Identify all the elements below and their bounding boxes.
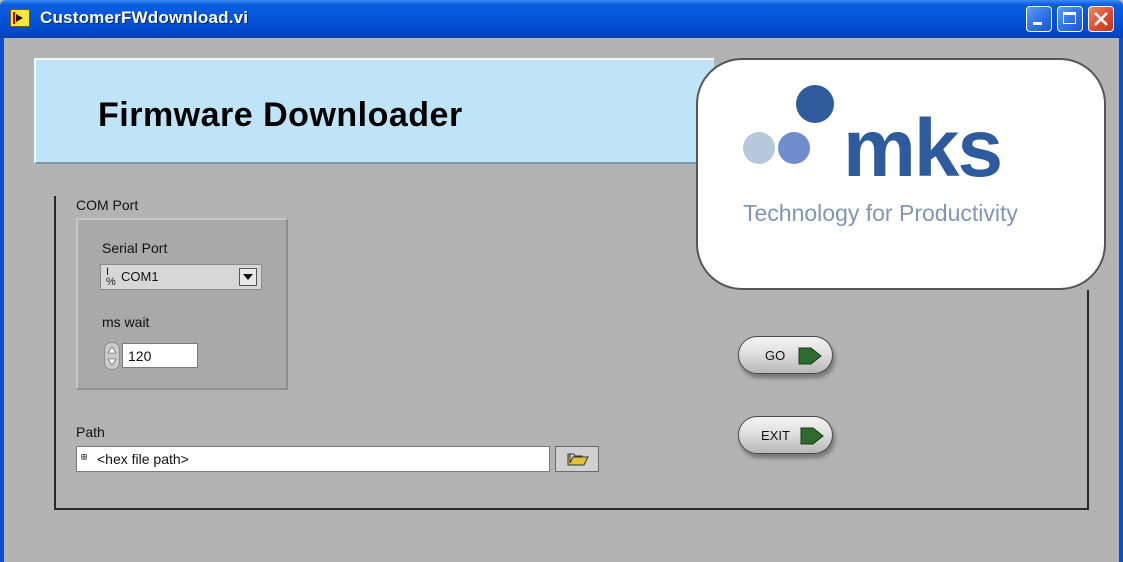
page-title: Firmware Downloader bbox=[98, 96, 463, 134]
labview-vi-icon bbox=[10, 9, 30, 27]
exit-button-label: EXIT bbox=[761, 428, 790, 443]
frame-border-left bbox=[54, 196, 56, 510]
serial-port-dropdown-button[interactable] bbox=[239, 268, 257, 286]
chevron-down-icon bbox=[243, 274, 253, 280]
go-button-label: GO bbox=[765, 348, 786, 363]
minimize-icon bbox=[1033, 22, 1042, 25]
mks-logo: mks Technology for Productivity bbox=[696, 58, 1106, 290]
frame-border-right bbox=[1087, 290, 1089, 510]
ms-wait-increment-decrement[interactable] bbox=[104, 342, 120, 370]
window-title: CustomerFWdownload.vi bbox=[40, 8, 249, 27]
frame-border-bottom bbox=[54, 508, 1089, 510]
path-input[interactable]: ⊞ <hex file path> bbox=[76, 446, 550, 472]
title-bar[interactable]: CustomerFWdownload.vi bbox=[0, 0, 1123, 38]
minimize-button[interactable] bbox=[1026, 6, 1052, 32]
maximize-button[interactable] bbox=[1057, 6, 1083, 32]
serial-port-value: COM1 bbox=[121, 269, 159, 284]
maximize-icon bbox=[1063, 12, 1076, 24]
ms-wait-label: ms wait bbox=[102, 314, 150, 330]
path-type-icon: ⊞ bbox=[81, 452, 88, 463]
logo-wordmark: mks bbox=[843, 103, 1003, 194]
close-icon bbox=[1094, 12, 1108, 26]
go-button[interactable]: GO bbox=[738, 336, 833, 374]
spinner-arrows-icon bbox=[107, 346, 117, 366]
path-value: <hex file path> bbox=[97, 451, 189, 467]
browse-button[interactable] bbox=[555, 446, 599, 472]
exit-button[interactable]: EXIT bbox=[738, 416, 833, 454]
green-arrow-icon bbox=[800, 427, 824, 445]
header-banner: Firmware Downloader bbox=[34, 58, 714, 164]
com-port-label: COM Port bbox=[76, 197, 139, 213]
visa-io-icon: I% bbox=[106, 266, 116, 288]
logo-tagline: Technology for Productivity bbox=[743, 200, 1018, 226]
green-arrow-icon bbox=[798, 347, 822, 365]
serial-port-label: Serial Port bbox=[102, 240, 168, 256]
ms-wait-input[interactable]: 120 bbox=[122, 343, 198, 368]
logo-dots-icon bbox=[743, 85, 834, 164]
path-label: Path bbox=[76, 424, 105, 440]
folder-open-icon bbox=[567, 453, 589, 466]
close-button[interactable] bbox=[1088, 6, 1114, 32]
front-panel: Firmware Downloader mks Technology for P… bbox=[0, 38, 1123, 562]
serial-port-selector[interactable]: I% COM1 bbox=[100, 264, 262, 290]
